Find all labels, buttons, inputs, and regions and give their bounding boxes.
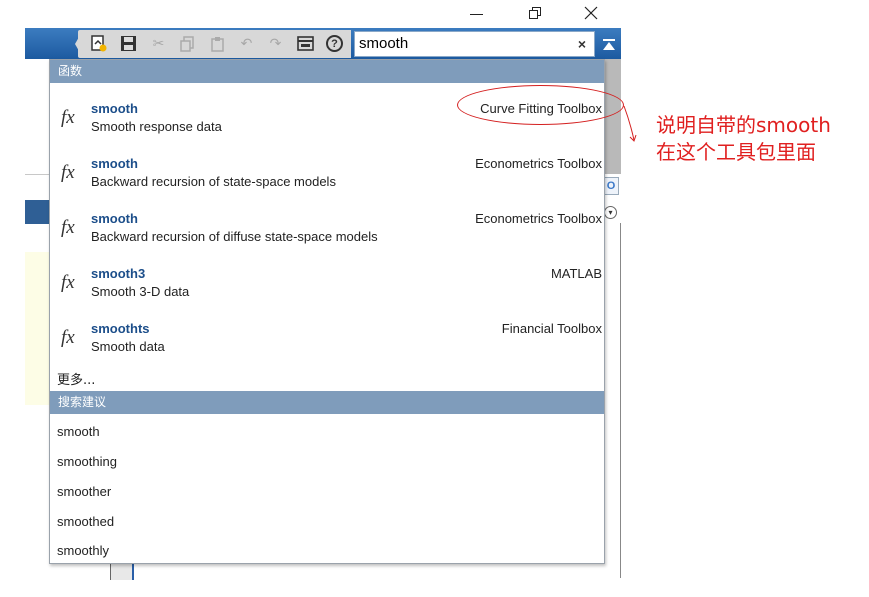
restore-button[interactable] — [524, 2, 546, 24]
clear-search-button[interactable]: × — [573, 34, 591, 54]
cut-icon[interactable]: ✂ — [149, 34, 168, 53]
new-file-icon[interactable] — [89, 34, 108, 53]
function-name: smooth3 — [91, 266, 146, 281]
copy-icon[interactable] — [178, 34, 197, 53]
search-results-popup: 函数 fx smooth Smooth response data Curve … — [49, 59, 605, 564]
function-toolbox: Econometrics Toolbox — [475, 211, 602, 226]
help-icon: ? — [326, 35, 343, 52]
background-editor-area — [25, 252, 50, 405]
function-description: Smooth response data — [91, 119, 222, 134]
background-panel-header — [25, 200, 50, 224]
function-result-row[interactable]: fx smooth Backward recursion of diffuse … — [50, 199, 604, 254]
annotation-line: 说明自带的smooth — [656, 113, 831, 137]
function-icon: fx — [61, 217, 75, 238]
function-description: Backward recursion of state-space models — [91, 174, 336, 189]
help-button[interactable]: ? — [325, 34, 344, 53]
minimize-button[interactable] — [465, 2, 487, 24]
function-toolbox: Financial Toolbox — [501, 321, 602, 336]
divider — [620, 223, 621, 578]
close-window-button[interactable] — [580, 2, 602, 24]
function-icon: fx — [61, 162, 75, 183]
panel-menu-icon[interactable]: ▾ — [604, 206, 617, 219]
suggestion-item[interactable]: smoothly — [57, 543, 109, 558]
more-results-link[interactable]: 更多... — [57, 369, 95, 388]
function-icon: fx — [61, 272, 75, 293]
function-icon: fx — [61, 107, 75, 128]
function-name: smooth — [91, 101, 138, 116]
function-name: smooth — [91, 156, 138, 171]
close-icon — [584, 6, 598, 20]
suggestion-item[interactable]: smoothing — [57, 454, 117, 469]
annotation-ellipse — [457, 85, 624, 125]
switch-window-icon[interactable] — [296, 34, 315, 53]
save-icon[interactable] — [119, 34, 138, 53]
function-icon: fx — [61, 327, 75, 348]
function-result-row[interactable]: fx smooth Backward recursion of state-sp… — [50, 144, 604, 199]
restore-icon — [529, 7, 541, 19]
suggestion-item[interactable]: smooth — [57, 424, 100, 439]
background-tool-icon: O — [603, 177, 619, 195]
function-description: Backward recursion of diffuse state-spac… — [91, 229, 378, 244]
function-description: Smooth 3-D data — [91, 284, 190, 299]
function-result-row[interactable]: fx smooth3 Smooth 3-D data MATLAB — [50, 254, 604, 309]
annotation-text: 说明自带的smooth 在这个工具包里面 — [656, 112, 831, 166]
suggestion-item[interactable]: smoothed — [57, 514, 114, 529]
cursor-line — [132, 563, 134, 580]
undo-icon[interactable]: ↶ — [237, 34, 256, 53]
suggestion-item[interactable]: smoother — [57, 484, 111, 499]
function-name: smoothts — [91, 321, 150, 336]
annotation-line: 在这个工具包里面 — [656, 140, 816, 164]
function-toolbox: MATLAB — [550, 266, 602, 281]
function-result-row[interactable]: fx smoothts Smooth data Financial Toolbo… — [50, 309, 604, 364]
functions-header: 函数 — [50, 60, 604, 83]
redo-icon[interactable]: ↷ — [266, 34, 285, 53]
minimize-icon — [469, 13, 483, 15]
background-scroll-area — [110, 563, 132, 580]
function-name: smooth — [91, 211, 138, 226]
search-input[interactable]: smooth — [354, 31, 595, 57]
collapse-icon — [603, 38, 615, 41]
function-toolbox: Econometrics Toolbox — [475, 156, 602, 171]
suggestions-header: 搜索建议 — [50, 391, 604, 414]
collapse-toolstrip-button[interactable] — [598, 31, 620, 57]
paste-icon[interactable] — [208, 34, 227, 53]
annotation-arrow — [623, 105, 637, 142]
divider — [25, 174, 50, 175]
function-description: Smooth data — [91, 339, 165, 354]
